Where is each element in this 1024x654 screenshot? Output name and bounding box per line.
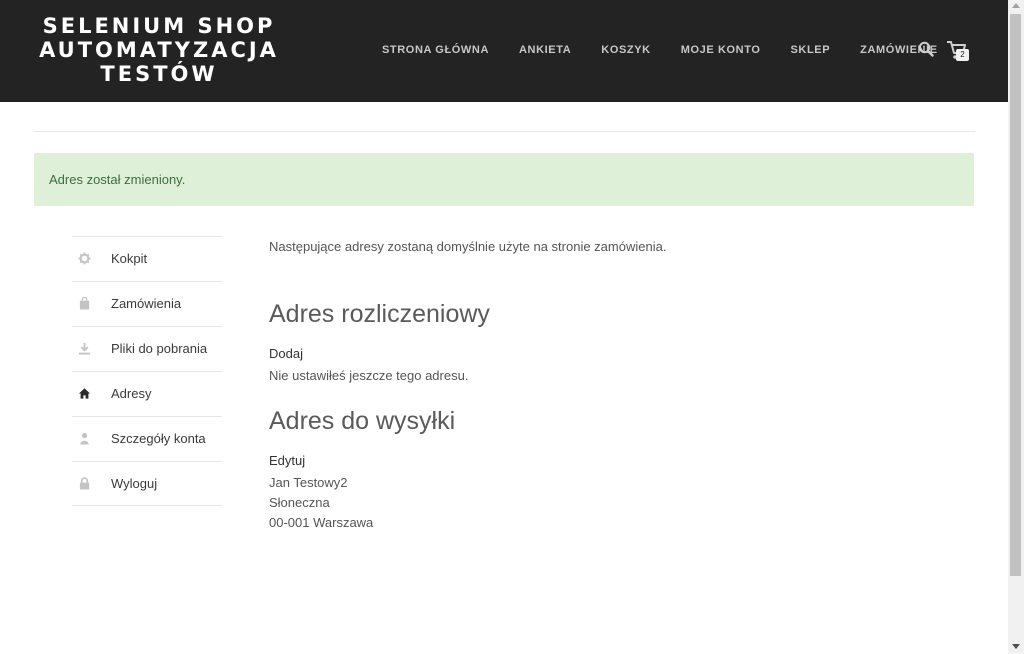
home-icon (78, 388, 91, 399)
nav-survey-link[interactable]: ANKIETA (519, 43, 571, 57)
account-navigation: Kokpit Zamówienia Pliki do pobrania Adre… (72, 236, 222, 506)
sidebar-item-label[interactable]: Zamówienia (111, 297, 181, 311)
sidebar-item-logout[interactable]: Wyloguj (72, 461, 222, 506)
scroll-down-arrow-icon[interactable] (1012, 644, 1020, 649)
vertical-scrollbar[interactable] (1008, 0, 1024, 654)
main-nav: STRONA GŁÓWNA ANKIETA KOSZYK MOJE KONTO … (382, 43, 938, 57)
success-notice: Adres został zmieniony. (34, 153, 974, 206)
sidebar-item-label[interactable]: Adresy (111, 387, 151, 401)
bag-icon (79, 297, 90, 310)
sidebar-item-label[interactable]: Pliki do pobrania (111, 342, 207, 356)
search-icon[interactable] (918, 41, 934, 57)
logo-line-1[interactable]: SELENIUM SHOP (38, 14, 280, 38)
lock-icon (79, 477, 90, 490)
nav-shop-link[interactable]: SKLEP (790, 43, 830, 57)
nav-cart-link[interactable]: KOSZYK (601, 43, 650, 57)
sidebar-item-downloads[interactable]: Pliki do pobrania (72, 326, 222, 371)
shipping-address-heading: Adres do wysyłki (269, 407, 456, 435)
site-header: SELENIUM SHOP AUTOMATYZACJA TESTÓW STRON… (0, 0, 1008, 102)
sidebar-item-orders[interactable]: Zamówienia (72, 281, 222, 326)
add-billing-address-link[interactable]: Dodaj (269, 346, 303, 361)
gear-icon (78, 252, 91, 265)
sidebar-item-label[interactable]: Wyloguj (111, 477, 157, 491)
sidebar-item-account-details[interactable]: Szczegóły konta (72, 416, 222, 461)
download-icon (78, 342, 91, 355)
billing-empty-text: Nie ustawiłeś jeszcze tego adresu. (269, 368, 469, 383)
scroll-up-arrow-icon[interactable] (1012, 3, 1020, 8)
sidebar-item-label[interactable]: Kokpit (111, 252, 147, 266)
sidebar-item-label[interactable]: Szczegóły konta (111, 432, 206, 446)
scrollbar-thumb[interactable] (1010, 14, 1021, 576)
nav-my-account-link[interactable]: MOJE KONTO (681, 43, 761, 57)
shipping-address-street: Słoneczna (269, 495, 330, 510)
nav-home-link[interactable]: STRONA GŁÓWNA (382, 43, 489, 57)
cart-count-badge[interactable]: 2 (956, 49, 969, 61)
logo-line-2[interactable]: AUTOMATYZACJA (38, 38, 280, 62)
user-icon (80, 432, 89, 445)
sidebar-item-addresses[interactable]: Adresy (72, 371, 222, 416)
shipping-address-name: Jan Testowy2 (269, 475, 348, 490)
addresses-intro: Następujące adresy zostaną domyślnie uży… (269, 239, 667, 254)
shipping-address-city: 00-001 Warszawa (269, 515, 374, 530)
divider (34, 131, 975, 132)
edit-shipping-address-link[interactable]: Edytuj (269, 453, 305, 468)
site-logo[interactable]: SELENIUM SHOP AUTOMATYZACJA TESTÓW (38, 14, 280, 86)
logo-line-3[interactable]: TESTÓW (38, 62, 280, 86)
billing-address-heading: Adres rozliczeniowy (269, 300, 490, 328)
notice-message: Adres został zmieniony. (49, 172, 186, 187)
sidebar-item-dashboard[interactable]: Kokpit (72, 236, 222, 281)
